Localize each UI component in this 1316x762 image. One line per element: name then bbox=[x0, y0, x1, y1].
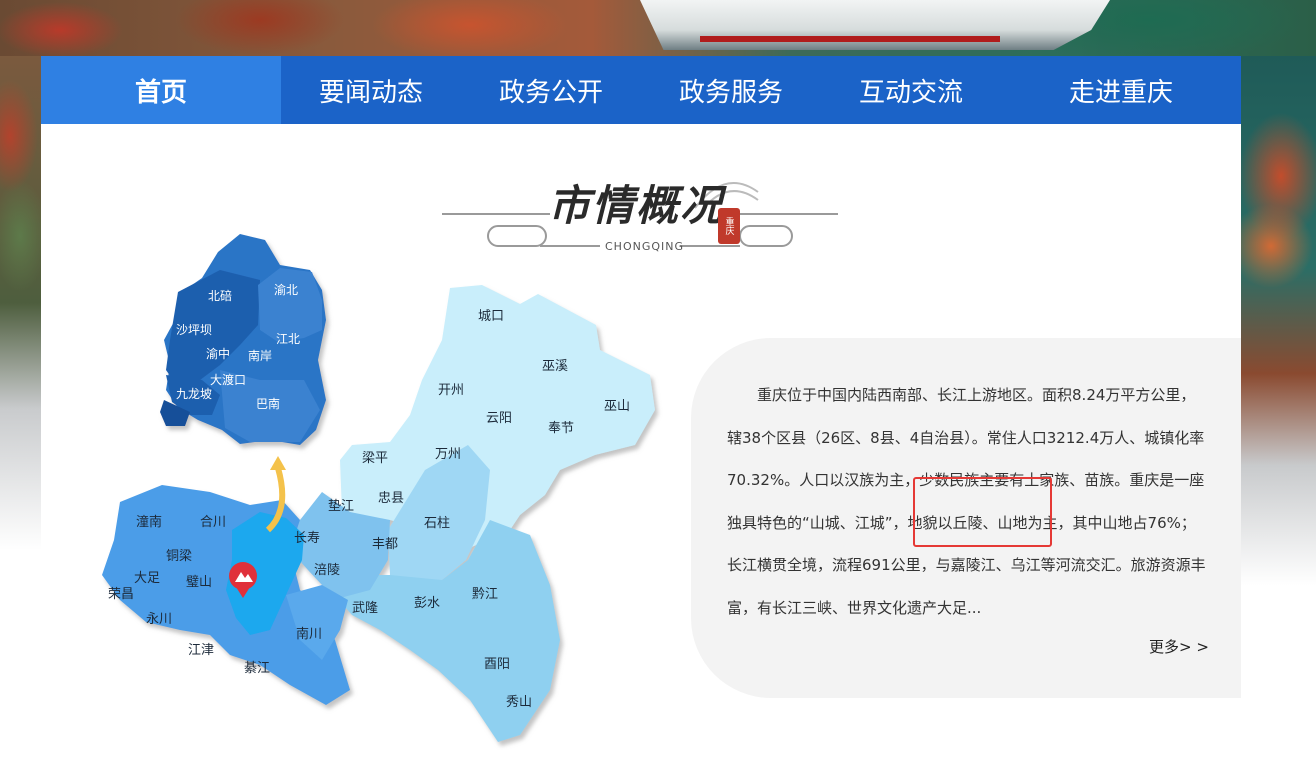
cruise-ship-image bbox=[640, 0, 1110, 50]
map-label[interactable]: 万州 bbox=[435, 447, 461, 462]
map-label[interactable]: 南岸 bbox=[248, 348, 272, 363]
left-scenery bbox=[0, 56, 41, 762]
map-label[interactable]: 九龙坡 bbox=[176, 387, 212, 401]
map-label[interactable]: 酉阳 bbox=[484, 657, 510, 672]
map-label[interactable]: 丰都 bbox=[372, 537, 398, 552]
map-label[interactable]: 涪陵 bbox=[314, 563, 340, 578]
map-label[interactable]: 渝中 bbox=[206, 346, 230, 361]
page-title: 市情概况 bbox=[548, 181, 725, 230]
map-label[interactable]: 南川 bbox=[296, 626, 322, 642]
map-label[interactable]: 江北 bbox=[276, 332, 300, 346]
nav-gov-services[interactable]: 政务服务 bbox=[641, 56, 821, 124]
map-label[interactable]: 荣昌 bbox=[108, 587, 134, 602]
nav-home[interactable]: 首页 bbox=[41, 56, 281, 124]
map-label[interactable]: 云阳 bbox=[486, 411, 512, 426]
map-label[interactable]: 梁平 bbox=[362, 451, 388, 466]
map-label[interactable]: 奉节 bbox=[548, 421, 574, 436]
main-nav: 首页 要闻动态 政务公开 政务服务 互动交流 走进重庆 bbox=[41, 56, 1241, 124]
map-label[interactable]: 武隆 bbox=[352, 601, 378, 616]
more-link[interactable]: 更多> > bbox=[1149, 636, 1209, 657]
map-label[interactable]: 巫山 bbox=[604, 399, 630, 414]
right-scenery bbox=[1241, 56, 1316, 762]
map-label[interactable]: 秀山 bbox=[506, 695, 532, 710]
seal-stamp: 重庆 bbox=[718, 208, 740, 244]
map-label[interactable]: 垫江 bbox=[328, 498, 354, 514]
chongqing-map[interactable]: 北碚 渝北 沙坪坝 江北 渝中 南岸 大渡口 九龙坡 巴南 城口 巫溪 开州 云… bbox=[90, 230, 670, 750]
map-label[interactable]: 开州 bbox=[438, 383, 464, 398]
nav-news[interactable]: 要闻动态 bbox=[281, 56, 461, 124]
map-label[interactable]: 沙坪坝 bbox=[176, 323, 212, 337]
map-label[interactable]: 石柱 bbox=[424, 516, 450, 531]
map-label[interactable]: 巫溪 bbox=[542, 359, 568, 374]
map-label[interactable]: 合川 bbox=[200, 515, 226, 530]
map-label[interactable]: 铜梁 bbox=[166, 549, 192, 564]
map-label[interactable]: 璧山 bbox=[186, 574, 212, 590]
map-label[interactable]: 渝北 bbox=[274, 282, 298, 297]
map-label[interactable]: 潼南 bbox=[136, 514, 162, 530]
map-label[interactable]: 城口 bbox=[478, 309, 504, 324]
map-label[interactable]: 北碚 bbox=[208, 288, 232, 303]
map-label[interactable]: 长寿 bbox=[294, 531, 320, 546]
map-label[interactable]: 巴南 bbox=[256, 396, 280, 411]
map-label[interactable]: 忠县 bbox=[378, 491, 404, 506]
nav-gov-affairs[interactable]: 政务公开 bbox=[461, 56, 641, 124]
zoom-arrow-head bbox=[270, 456, 286, 470]
inset-map bbox=[160, 234, 326, 445]
map-label[interactable]: 彭水 bbox=[414, 596, 440, 611]
cruise-ship-stripe bbox=[700, 36, 1000, 42]
map-label[interactable]: 永川 bbox=[146, 612, 172, 627]
map-label[interactable]: 黔江 bbox=[472, 587, 498, 602]
map-label[interactable]: 大渡口 bbox=[210, 372, 246, 387]
map-label[interactable]: 綦江 bbox=[244, 661, 270, 676]
highlight-box bbox=[913, 477, 1052, 547]
nav-about-chongqing[interactable]: 走进重庆 bbox=[1001, 56, 1241, 124]
map-label[interactable]: 江津 bbox=[188, 643, 214, 658]
map-label[interactable]: 大足 bbox=[134, 571, 160, 586]
nav-interaction[interactable]: 互动交流 bbox=[821, 56, 1001, 124]
